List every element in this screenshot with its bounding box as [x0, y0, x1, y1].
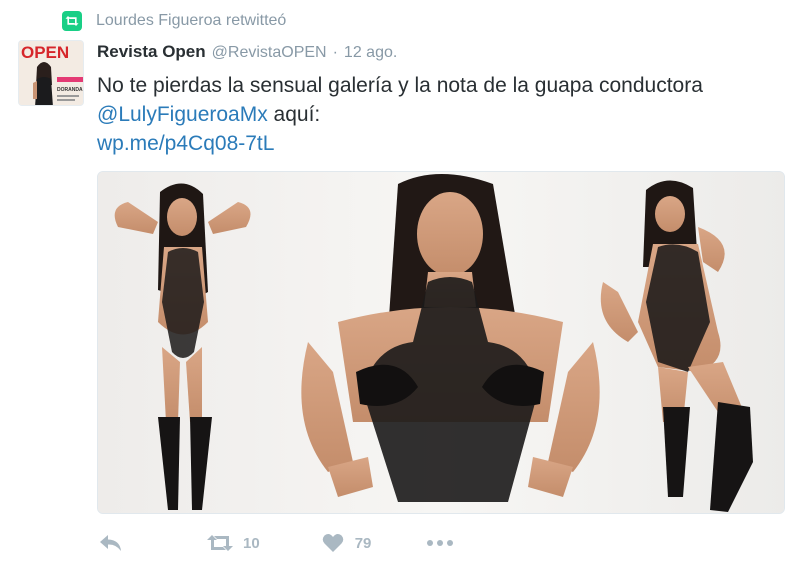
heart-icon	[322, 534, 343, 552]
retweet-icon	[207, 535, 233, 551]
reply-icon	[100, 535, 121, 551]
media-photo[interactable]	[97, 171, 785, 514]
tweet-text-line: No te pierdas la sensual galería y la no…	[97, 74, 703, 97]
url-line: wp.me/p4Cq08-7tL	[97, 129, 787, 158]
retweet-count: 10	[243, 534, 260, 552]
retweet-context-text: Lourdes Figueroa retwitteó	[96, 12, 287, 29]
reply-button[interactable]	[99, 534, 123, 552]
timestamp[interactable]: 12 ago.	[344, 44, 397, 62]
tweet-actions: 10 79	[97, 528, 454, 558]
more-button[interactable]	[426, 539, 454, 547]
tweet-text-line: @LulyFigueroaMx aquí:	[97, 100, 787, 129]
like-count: 79	[354, 534, 372, 552]
header-separator: ·	[332, 44, 338, 61]
avatar-magazine-title: OPEN	[21, 43, 69, 62]
retweet-context[interactable]: Lourdes Figueroa retwitteó	[62, 10, 286, 32]
url-link[interactable]: wp.me/p4Cq08-7tL	[97, 132, 274, 155]
mention-link[interactable]: @LulyFigueroaMx	[97, 103, 268, 126]
avatar[interactable]: OPEN DORANDA GÓMEZ	[18, 40, 84, 106]
user-handle[interactable]: @RevistaOPEN	[212, 44, 327, 62]
tweet-header: Revista Open @RevistaOPEN · 12 ago.	[97, 42, 397, 62]
photo-collage	[98, 172, 784, 513]
tweet-text-fragment: aquí:	[267, 103, 321, 126]
more-dots-icon	[427, 540, 454, 546]
retweet-button[interactable]: 10	[206, 534, 260, 552]
like-button[interactable]: 79	[322, 533, 372, 553]
tweet-text: No te pierdas la sensual galería y la no…	[97, 71, 787, 158]
avatar-cover-text: DORANDA GÓMEZ	[57, 85, 84, 93]
display-name[interactable]: Revista Open	[97, 42, 206, 62]
retweet-badge-icon	[62, 11, 82, 31]
